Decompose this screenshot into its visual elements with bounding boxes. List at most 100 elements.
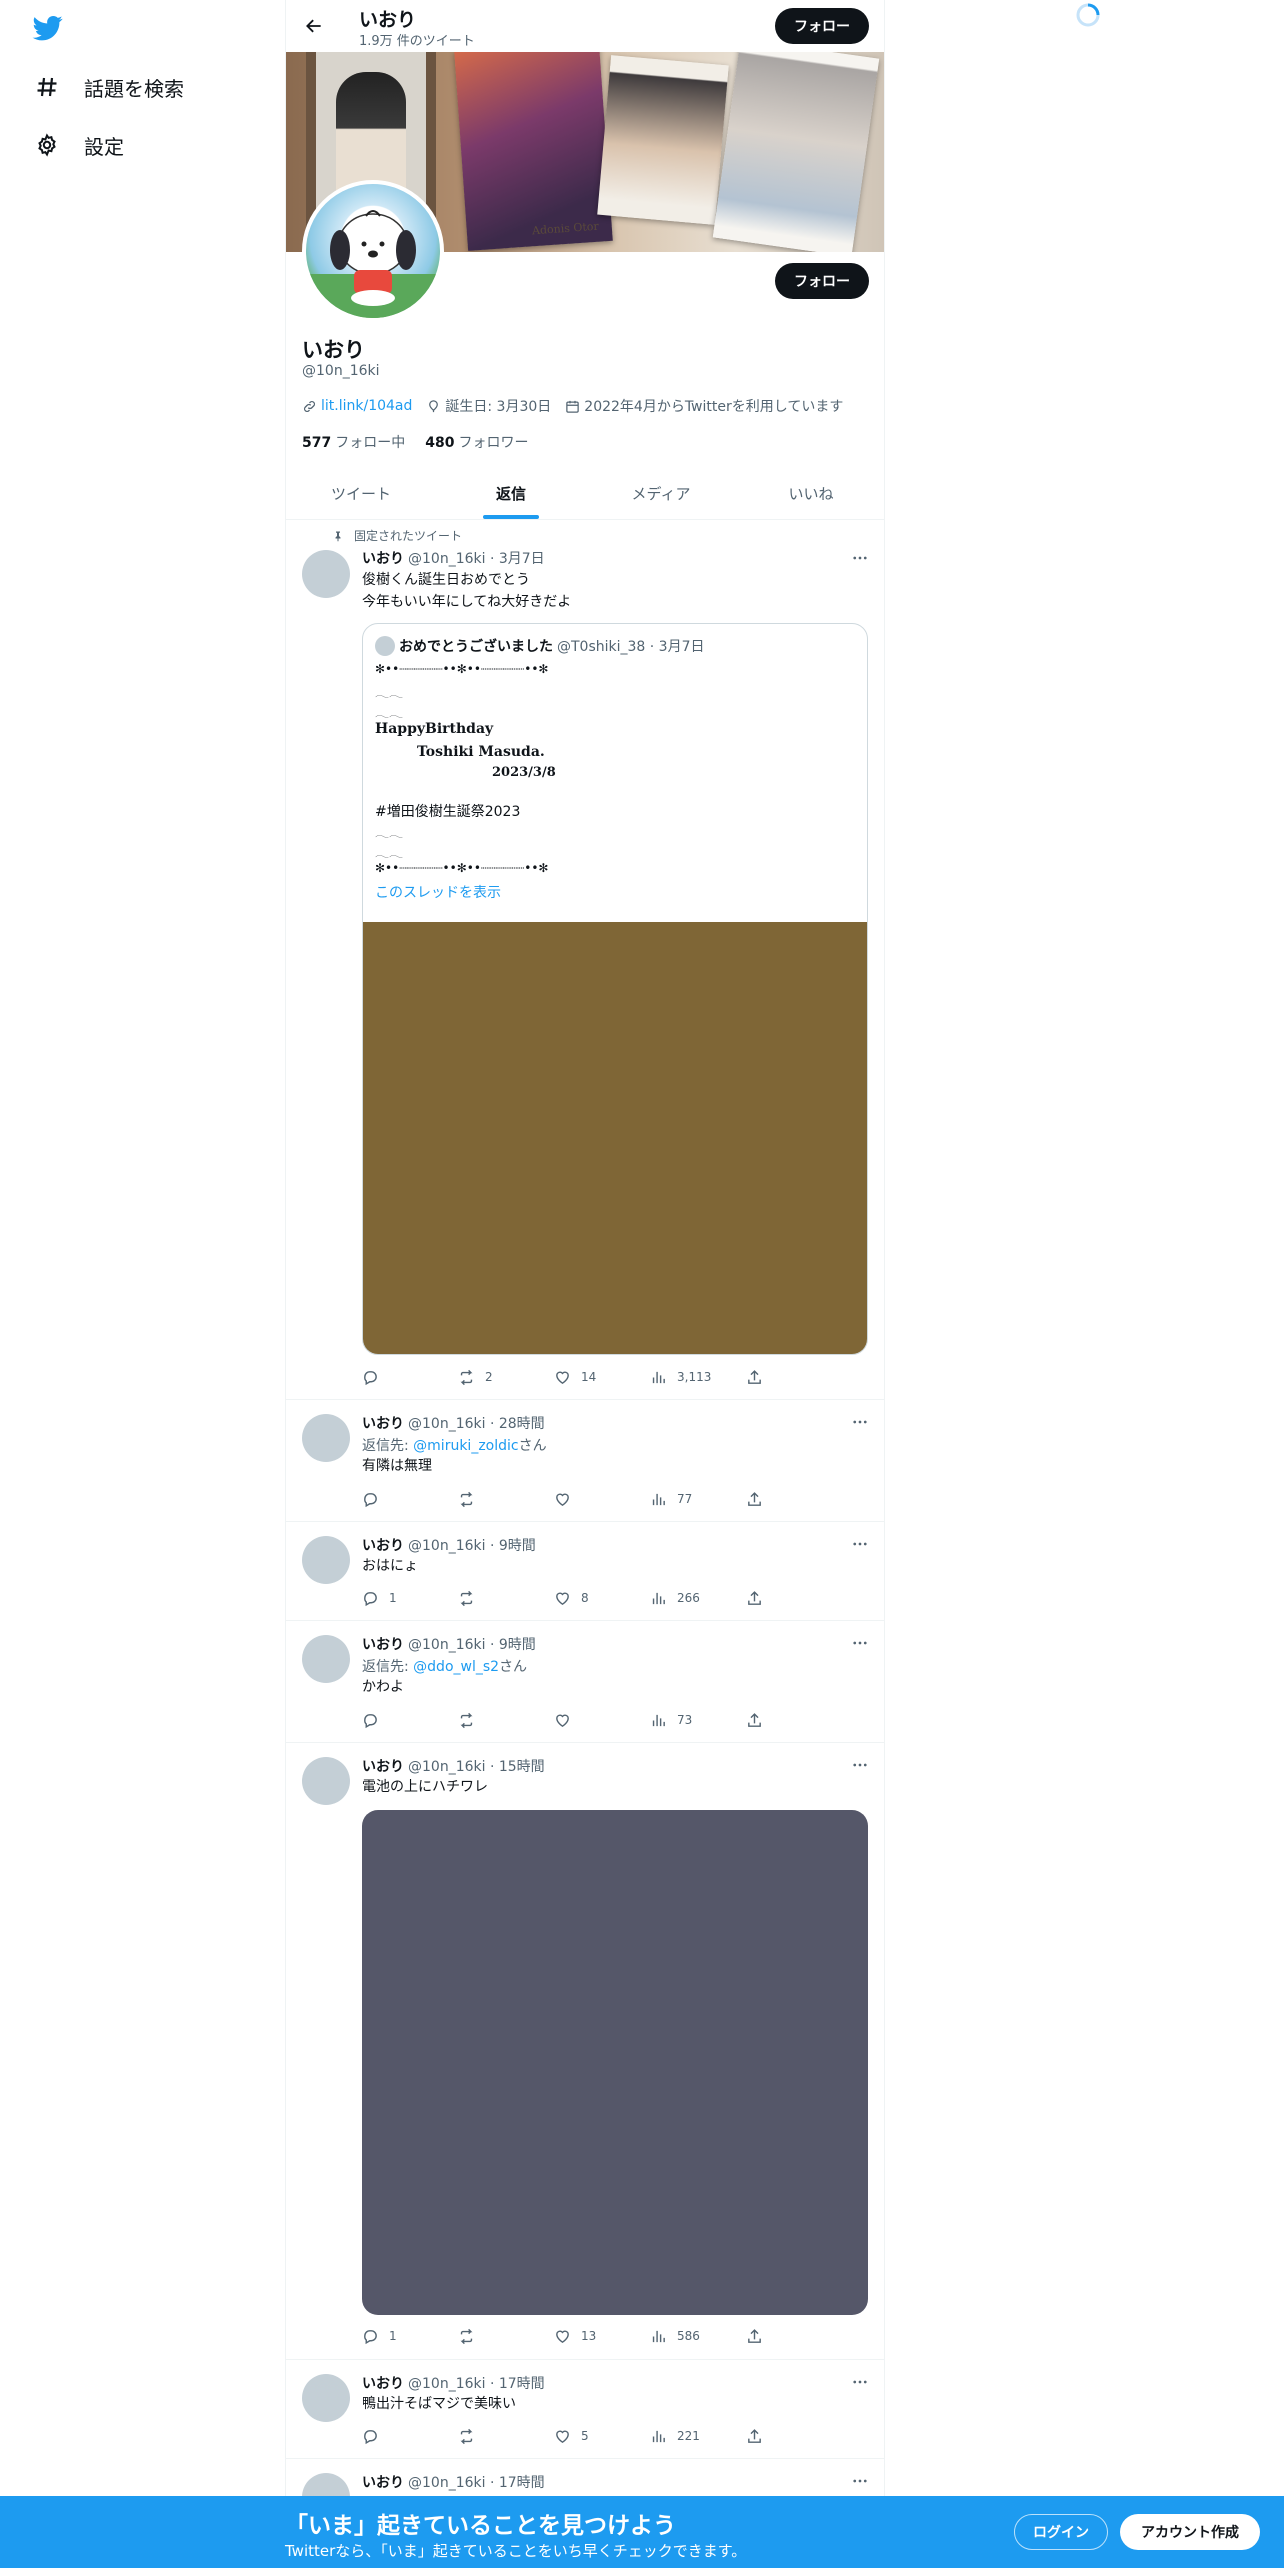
reply-button[interactable]: 1 — [362, 2328, 458, 2345]
tweet-author[interactable]: いおり — [362, 2376, 404, 2392]
like-count: 5 — [581, 2429, 589, 2443]
views-button[interactable]: 73 — [650, 1712, 746, 1729]
more-icon[interactable] — [848, 1532, 872, 1556]
share-button[interactable] — [746, 1369, 786, 1386]
like-button[interactable]: 14 — [554, 1369, 650, 1386]
tweet-author[interactable]: いおり — [362, 2475, 404, 2491]
balloon-icon — [429, 399, 439, 412]
reply-suffix: さん — [499, 1659, 528, 1675]
tweet-author[interactable]: いおり — [362, 1637, 404, 1653]
tweet[interactable]: いおり @10n_16ki · 28時間 返信先: @miruki_zoldicさ… — [286, 1400, 884, 1522]
profile-meta: lit.link/104ad 誕生日: 3月30日 2022年4月からTwitt… — [302, 396, 857, 416]
tweet-avatar[interactable] — [302, 550, 350, 598]
reply-to-link[interactable]: @miruki_zoldic — [413, 1438, 518, 1454]
tweet-avatar[interactable] — [302, 2374, 350, 2422]
profile-follow-button[interactable]: フォロー — [775, 263, 869, 299]
retweet-button[interactable] — [458, 2328, 554, 2345]
tweet-meta: @10n_16ki · 15時間 — [408, 1759, 545, 1775]
chart-bars-icon — [652, 1493, 665, 1505]
heart-icon — [556, 2330, 569, 2343]
like-button[interactable]: 8 — [554, 1590, 650, 1607]
following-stat[interactable]: 577 フォロー中 — [302, 432, 405, 452]
tweet[interactable]: いおり @10n_16ki · 9時間 返信先: @ddo_wl_s2さん かわよ… — [286, 1621, 884, 1743]
share-button[interactable] — [746, 2328, 786, 2345]
tweet[interactable]: いおり @10n_16ki · 9時間 おはにょ 1 8 266 — [286, 1522, 884, 1621]
share-button[interactable] — [746, 1491, 786, 1508]
like-button[interactable] — [554, 1712, 650, 1729]
more-icon[interactable] — [848, 1631, 872, 1655]
tweet-meta: @10n_16ki · 28時間 — [408, 1416, 545, 1432]
nav-explore[interactable]: 話題を検索 — [34, 62, 184, 112]
tweet-author[interactable]: いおり — [362, 1538, 404, 1554]
nav-settings[interactable]: 設定 — [34, 120, 124, 170]
views-button[interactable]: 221 — [650, 2428, 746, 2445]
tweet-avatar[interactable] — [302, 1635, 350, 1683]
tweet-author[interactable]: いおり — [362, 1759, 404, 1775]
tab-tweets[interactable]: ツイート — [286, 467, 436, 519]
reply-button[interactable] — [362, 2428, 458, 2445]
tweet-avatar[interactable] — [302, 1536, 350, 1584]
share-button[interactable] — [746, 1590, 786, 1607]
tweet-text-line: 俊樹くん誕生日おめでとう — [362, 572, 530, 588]
more-icon[interactable] — [848, 2469, 872, 2493]
tweet-avatar[interactable] — [302, 1757, 350, 1805]
views-button[interactable]: 3,113 — [650, 1369, 746, 1386]
quoted-hashtag[interactable]: #増田俊樹生誕祭2023 — [375, 801, 520, 821]
view-count: 266 — [677, 1591, 700, 1605]
tweet[interactable]: いおり @10n_16ki · 15時間 電池の上にハチワレ 1 13 586 — [286, 1743, 884, 2360]
signup-banner-title: 「いま」起きていることを見つけよう — [285, 2513, 676, 2539]
views-button[interactable]: 586 — [650, 2328, 746, 2345]
more-icon[interactable] — [848, 1753, 872, 1777]
quoted-tweet[interactable]: おめでとうございました @T0shiki_38 · 3月7日 ✻••┈┈┈┈┈┈… — [362, 623, 868, 1355]
reply-count: 1 — [389, 1591, 397, 1605]
like-button[interactable] — [554, 1491, 650, 1508]
tab-media[interactable]: メディア — [586, 467, 736, 519]
tweet[interactable]: 固定されたツイート いおり @10n_16ki · 3月7日 俊樹くん誕生日おめで… — [286, 520, 884, 1400]
tweet-author[interactable]: いおり — [362, 1416, 404, 1432]
more-icon[interactable] — [848, 546, 872, 570]
tweet-author[interactable]: いおり — [362, 551, 404, 567]
more-icon[interactable] — [848, 1410, 872, 1434]
views-button[interactable]: 77 — [650, 1491, 746, 1508]
reply-button[interactable] — [362, 1491, 458, 1508]
reply-button[interactable] — [362, 1712, 458, 1729]
quoted-avatar — [375, 636, 395, 656]
tweet-avatar[interactable] — [302, 1414, 350, 1462]
reply-button[interactable]: 1 — [362, 1590, 458, 1607]
header-name: いおり — [359, 9, 417, 31]
retweet-button[interactable] — [458, 1590, 554, 1607]
tab-replies[interactable]: 返信 — [436, 467, 586, 519]
like-button[interactable]: 5 — [554, 2428, 650, 2445]
followers-stat[interactable]: 480 フォロワー — [425, 432, 528, 452]
more-icon[interactable] — [848, 2370, 872, 2394]
reply-prefix: 返信先: — [362, 1438, 414, 1454]
views-button[interactable]: 266 — [650, 1590, 746, 1607]
header-follow-button[interactable]: フォロー — [775, 8, 869, 44]
like-button[interactable]: 13 — [554, 2328, 650, 2345]
login-button[interactable]: ログイン — [1014, 2514, 1108, 2550]
reply-to-link[interactable]: @ddo_wl_s2 — [413, 1659, 499, 1675]
share-button[interactable] — [746, 2428, 786, 2445]
create-account-button[interactable]: アカウント作成 — [1120, 2514, 1260, 2550]
tweet-text-line: 鴨出汁そばマジで美味い — [362, 2396, 516, 2412]
retweet-button[interactable]: 2 — [458, 1369, 554, 1386]
followers-label: フォロワー — [458, 435, 529, 451]
tweet-actions: 1 13 586 — [362, 2325, 792, 2347]
back-button[interactable] — [298, 10, 330, 42]
tweet-text-line: かわよ — [362, 1679, 404, 1695]
tweet-actions: 77 — [362, 1488, 792, 1510]
quoted-text-line: ✻••┈┈┈┈┈┈••✻••┈┈┈┈┈┈••✻ — [375, 662, 549, 676]
retweet-button[interactable] — [458, 2428, 554, 2445]
profile-link[interactable]: lit.link/104ad — [321, 398, 412, 414]
reply-button[interactable] — [362, 1369, 458, 1386]
retweet-button[interactable] — [458, 1491, 554, 1508]
retweet-button[interactable] — [458, 1712, 554, 1729]
tab-likes[interactable]: いいね — [736, 467, 884, 519]
share-button[interactable] — [746, 1712, 786, 1729]
show-thread-link[interactable]: このスレッドを表示 — [375, 882, 501, 902]
tweet[interactable]: いおり @10n_16ki · 17時間 鴨出汁そばマジで美味い 5 221 — [286, 2360, 884, 2459]
profile-avatar[interactable] — [302, 180, 444, 322]
twitter-logo-icon[interactable] — [31, 13, 65, 43]
tweet-media-image[interactable] — [362, 1810, 868, 2315]
quoted-media-image[interactable] — [363, 922, 867, 1354]
